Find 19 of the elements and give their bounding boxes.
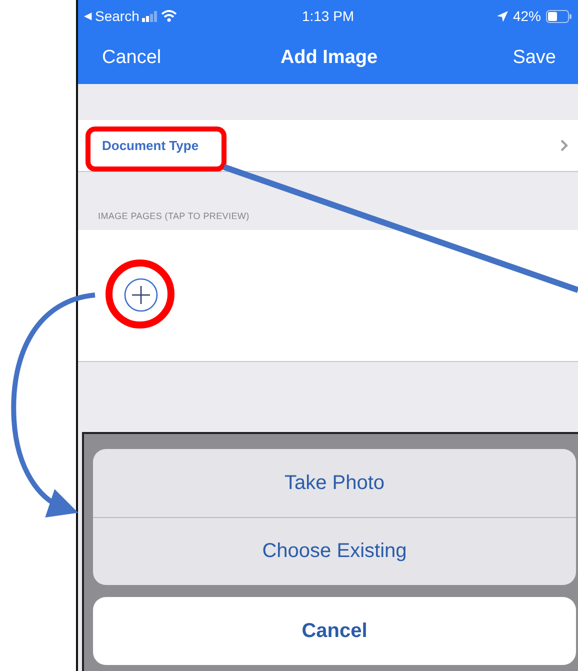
back-arrow-icon[interactable]: ◀	[84, 10, 92, 22]
add-page-icon[interactable]	[124, 278, 158, 312]
back-link[interactable]: Search	[95, 8, 140, 24]
save-button[interactable]: Save	[512, 47, 556, 68]
battery-percent: 42%	[512, 8, 542, 24]
highlight-circle	[106, 260, 174, 328]
document-type-row[interactable]: Document Type	[78, 120, 578, 172]
cancel-button[interactable]: Cancel	[102, 47, 162, 68]
chevron-right-icon	[560, 139, 568, 152]
action-sheet-cancel-button[interactable]: Cancel	[93, 597, 576, 665]
clock-time: 1:13 PM	[302, 8, 354, 24]
section-header: IMAGE PAGES (TAP TO PREVIEW)	[98, 211, 250, 221]
battery-icon	[546, 10, 572, 22]
action-sheet-option[interactable]: Take Photo	[93, 449, 576, 517]
location-arrow-icon	[496, 10, 508, 22]
screen-title: Add Image	[280, 47, 378, 69]
wifi-icon	[161, 10, 178, 22]
signal-icon	[142, 10, 158, 22]
action-sheet-option[interactable]: Choose Existing	[93, 517, 576, 585]
